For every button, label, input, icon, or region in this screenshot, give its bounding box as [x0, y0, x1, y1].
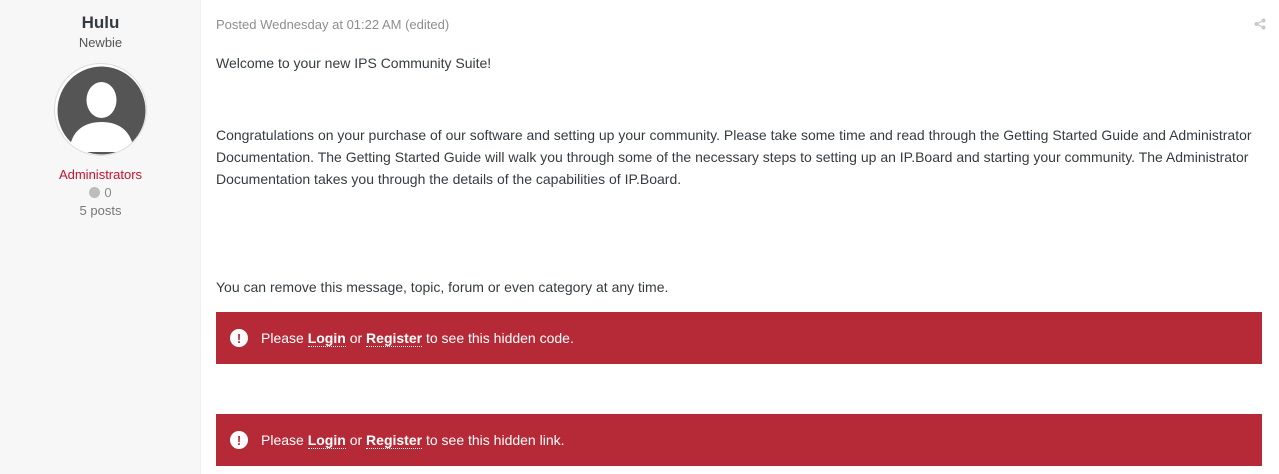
hidden-code-notice: ! Please Login or Register to see this h…	[216, 312, 1262, 364]
login-link[interactable]: Login	[307, 432, 346, 449]
default-avatar-icon	[57, 66, 146, 155]
author-group: Administrators	[58, 167, 143, 182]
reputation-count: 0	[104, 185, 112, 200]
post-meta[interactable]: Posted Wednesday at 01:22 AM (edited)	[216, 17, 449, 32]
notice-text: Please	[261, 330, 308, 346]
exclamation-circle-icon: !	[230, 329, 248, 347]
notice-text: or	[345, 330, 367, 346]
hidden-link-notice: ! Please Login or Register to see this h…	[216, 414, 1262, 466]
exclamation-circle-icon: !	[230, 431, 248, 449]
register-link[interactable]: Register	[366, 432, 423, 449]
notice-text: to see this hidden code.	[422, 330, 574, 346]
post-author-panel: Hulu Newbie Administrators 0 5 posts	[0, 0, 201, 474]
post-paragraph: You can remove this message, topic, foru…	[216, 279, 669, 295]
login-link[interactable]: Login	[307, 330, 346, 347]
author-reputation: 0	[0, 185, 201, 200]
post-paragraph: Welcome to your new IPS Community Suite!	[216, 55, 492, 71]
post-paragraph: Congratulations on your purchase of our …	[216, 127, 1252, 187]
share-icon[interactable]	[1254, 18, 1266, 30]
notice-text: or	[345, 432, 367, 448]
notice-text: to see this hidden link.	[422, 432, 565, 448]
notice-text: Please	[261, 432, 308, 448]
author-avatar[interactable]	[54, 63, 147, 156]
author-rank: Newbie	[78, 35, 123, 50]
author-name[interactable]: Hulu	[0, 13, 201, 33]
reputation-dot-icon	[89, 187, 101, 198]
register-link[interactable]: Register	[366, 330, 423, 347]
author-post-count: 5 posts	[79, 203, 122, 218]
